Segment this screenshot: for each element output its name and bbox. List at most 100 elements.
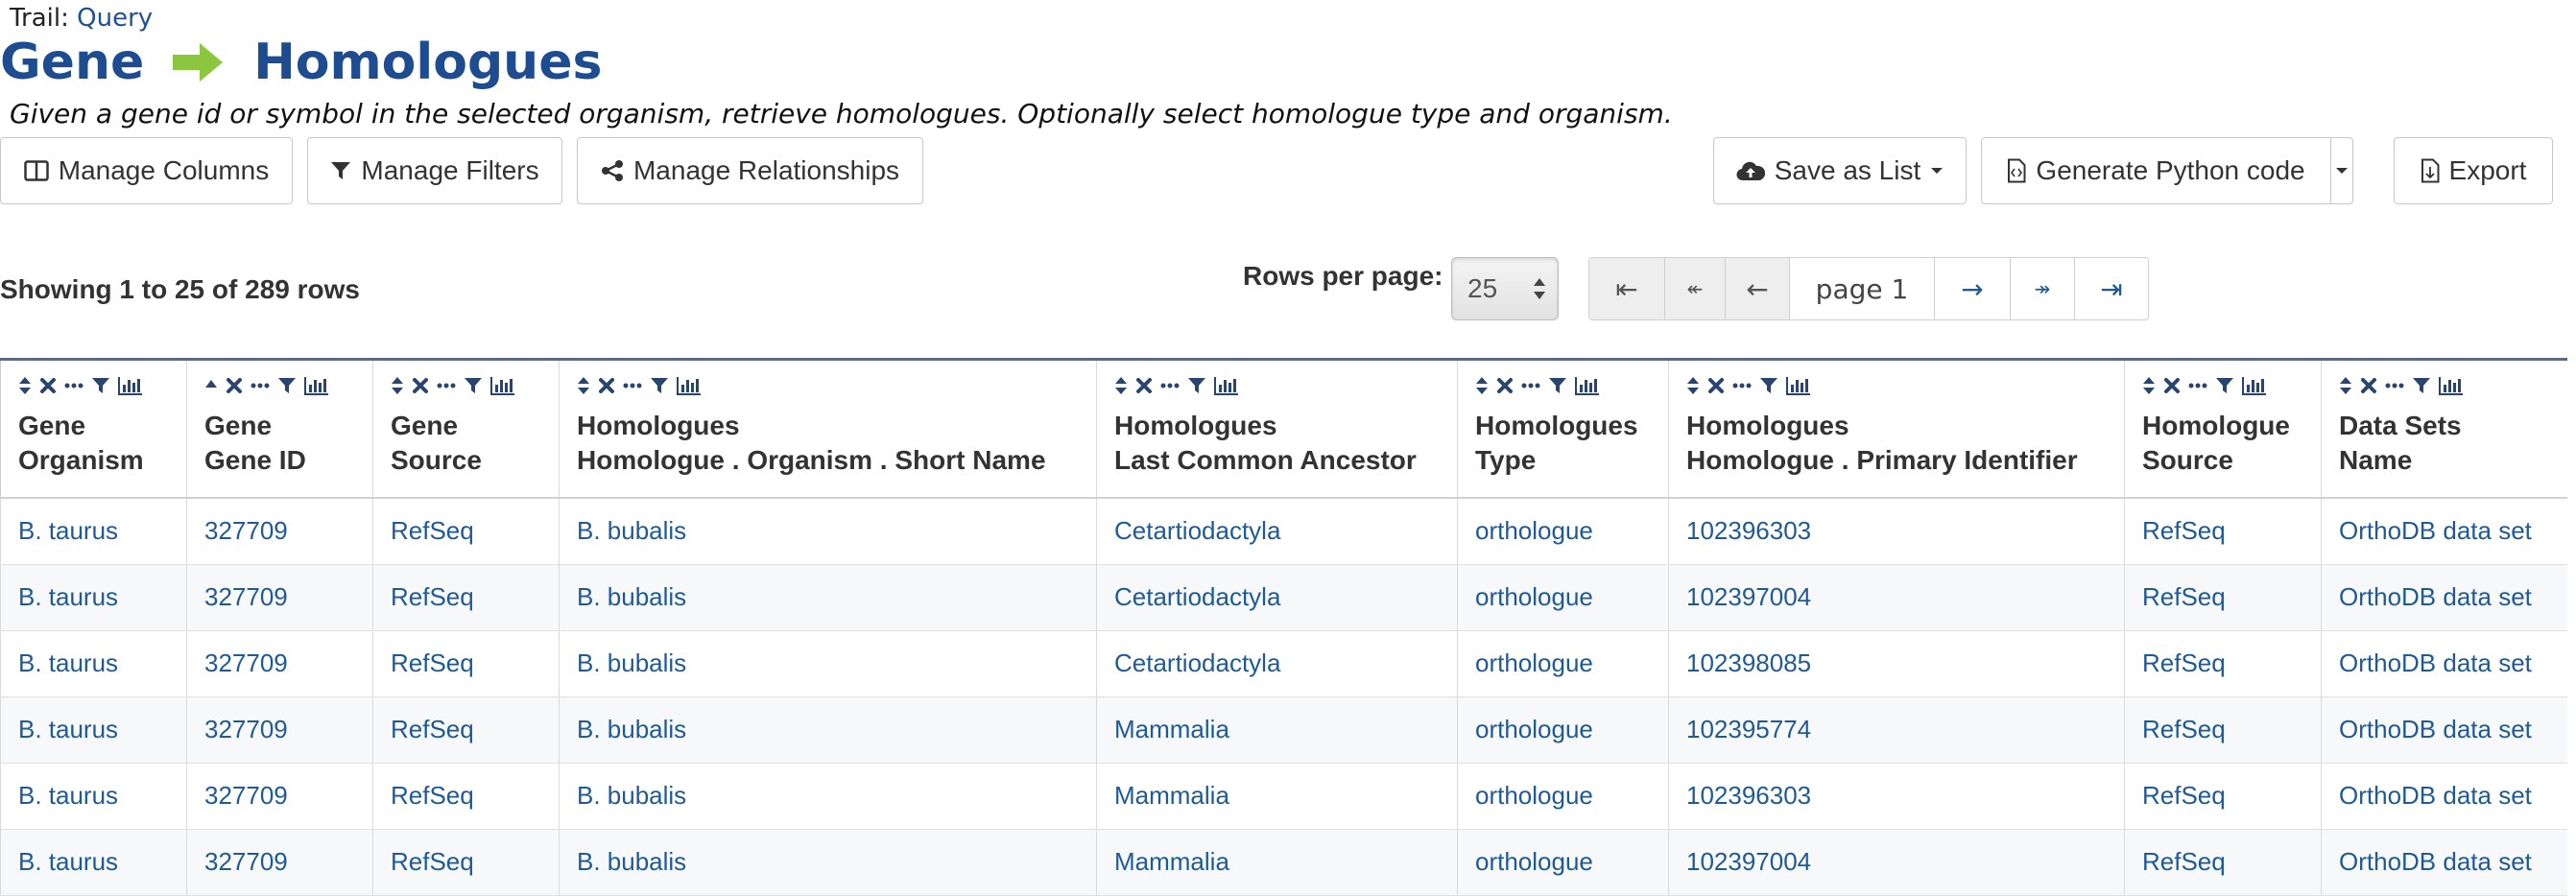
- bar-chart-icon[interactable]: [1214, 376, 1239, 395]
- summary-icon[interactable]: [2385, 382, 2404, 389]
- table-cell-link[interactable]: RefSeq: [2142, 781, 2226, 810]
- bar-chart-icon[interactable]: [118, 376, 143, 395]
- manage-columns-button[interactable]: Manage Columns: [0, 137, 293, 204]
- table-cell-link[interactable]: 327709: [204, 847, 288, 876]
- first-page-button[interactable]: ⇤: [1589, 258, 1665, 319]
- bar-chart-icon[interactable]: [2439, 376, 2464, 395]
- sort-icon[interactable]: [577, 376, 590, 395]
- sort-ascending-icon[interactable]: [204, 376, 218, 395]
- bar-chart-icon[interactable]: [677, 376, 702, 395]
- summary-icon[interactable]: [2188, 382, 2207, 389]
- table-cell-link[interactable]: OrthoDB data set: [2339, 648, 2532, 677]
- breadcrumb-query-link[interactable]: Query: [77, 4, 153, 33]
- table-cell-link[interactable]: B. bubalis: [577, 715, 686, 743]
- table-cell-link[interactable]: orthologue: [1475, 781, 1593, 810]
- table-cell-link[interactable]: 327709: [204, 582, 288, 611]
- manage-filters-button[interactable]: Manage Filters: [307, 137, 562, 204]
- bar-chart-icon[interactable]: [2242, 376, 2267, 395]
- remove-column-icon[interactable]: [2163, 377, 2181, 394]
- next-page-button[interactable]: →: [1935, 258, 2011, 319]
- table-cell-link[interactable]: RefSeq: [391, 582, 474, 611]
- table-cell-link[interactable]: 327709: [204, 648, 288, 677]
- bar-chart-icon[interactable]: [1575, 376, 1600, 395]
- table-cell-link[interactable]: 102396303: [1686, 516, 1811, 545]
- export-button[interactable]: Export: [2394, 137, 2553, 204]
- table-cell-link[interactable]: Mammalia: [1114, 781, 1229, 810]
- table-cell-link[interactable]: RefSeq: [391, 715, 474, 743]
- current-page-indicator[interactable]: page 1: [1790, 258, 1935, 319]
- table-cell-link[interactable]: 102397004: [1686, 582, 1811, 611]
- bar-chart-icon[interactable]: [490, 376, 515, 395]
- remove-column-icon[interactable]: [226, 377, 243, 394]
- table-cell-link[interactable]: B. bubalis: [577, 582, 686, 611]
- table-cell-link[interactable]: 102395774: [1686, 715, 1811, 743]
- summary-icon[interactable]: [64, 382, 83, 389]
- column-header[interactable]: Gene Gene ID: [186, 358, 373, 499]
- table-cell-link[interactable]: RefSeq: [2142, 582, 2226, 611]
- filter-icon[interactable]: [1759, 376, 1778, 395]
- filter-icon[interactable]: [277, 376, 297, 395]
- table-cell-link[interactable]: orthologue: [1475, 648, 1593, 677]
- table-cell-link[interactable]: orthologue: [1475, 516, 1593, 545]
- remove-column-icon[interactable]: [1707, 377, 1725, 394]
- summary-icon[interactable]: [437, 382, 456, 389]
- table-cell-link[interactable]: Mammalia: [1114, 847, 1229, 876]
- table-cell-link[interactable]: 327709: [204, 715, 288, 743]
- summary-icon[interactable]: [250, 382, 270, 389]
- sort-icon[interactable]: [1475, 376, 1489, 395]
- filter-icon[interactable]: [650, 376, 669, 395]
- table-cell-link[interactable]: RefSeq: [391, 648, 474, 677]
- last-page-button[interactable]: ⇥: [2075, 258, 2148, 319]
- table-cell-link[interactable]: B. taurus: [18, 781, 118, 810]
- table-cell-link[interactable]: 102398085: [1686, 648, 1811, 677]
- previous-pages-button[interactable]: ↞: [1665, 258, 1726, 319]
- sort-icon[interactable]: [2339, 376, 2352, 395]
- table-cell-link[interactable]: RefSeq: [2142, 847, 2226, 876]
- table-cell-link[interactable]: B. taurus: [18, 648, 118, 677]
- manage-relationships-button[interactable]: Manage Relationships: [577, 137, 923, 204]
- summary-icon[interactable]: [1732, 382, 1752, 389]
- summary-icon[interactable]: [1521, 382, 1540, 389]
- table-cell-link[interactable]: Cetartiodactyla: [1114, 648, 1280, 677]
- table-cell-link[interactable]: orthologue: [1475, 582, 1593, 611]
- sort-icon[interactable]: [1114, 376, 1128, 395]
- table-cell-link[interactable]: 327709: [204, 781, 288, 810]
- table-cell-link[interactable]: B. taurus: [18, 715, 118, 743]
- table-cell-link[interactable]: RefSeq: [391, 781, 474, 810]
- table-cell-link[interactable]: 102397004: [1686, 847, 1811, 876]
- table-cell-link[interactable]: Mammalia: [1114, 715, 1229, 743]
- table-cell-link[interactable]: B. taurus: [18, 516, 118, 545]
- table-cell-link[interactable]: RefSeq: [2142, 715, 2226, 743]
- remove-column-icon[interactable]: [1135, 377, 1153, 394]
- table-cell-link[interactable]: OrthoDB data set: [2339, 582, 2532, 611]
- sort-icon[interactable]: [18, 376, 32, 395]
- filter-icon[interactable]: [1548, 376, 1567, 395]
- remove-column-icon[interactable]: [412, 377, 429, 394]
- filter-icon[interactable]: [2215, 376, 2234, 395]
- column-header[interactable]: Data Sets Name: [2321, 358, 2567, 499]
- table-cell-link[interactable]: B. taurus: [18, 847, 118, 876]
- rows-per-page-select[interactable]: 25: [1451, 257, 1559, 320]
- table-cell-link[interactable]: Cetartiodactyla: [1114, 516, 1280, 545]
- column-header[interactable]: Homologues Homologue . Organism . Short N…: [559, 358, 1097, 499]
- table-cell-link[interactable]: RefSeq: [391, 847, 474, 876]
- next-pages-button[interactable]: ↠: [2011, 258, 2075, 319]
- remove-column-icon[interactable]: [1496, 377, 1514, 394]
- table-cell-link[interactable]: RefSeq: [2142, 648, 2226, 677]
- filter-icon[interactable]: [1187, 376, 1206, 395]
- table-cell-link[interactable]: orthologue: [1475, 715, 1593, 743]
- filter-icon[interactable]: [464, 376, 483, 395]
- table-cell-link[interactable]: B. bubalis: [577, 516, 686, 545]
- sort-icon[interactable]: [1686, 376, 1700, 395]
- previous-page-button[interactable]: ←: [1726, 258, 1790, 319]
- table-cell-link[interactable]: orthologue: [1475, 847, 1593, 876]
- table-cell-link[interactable]: OrthoDB data set: [2339, 781, 2532, 810]
- table-cell-link[interactable]: RefSeq: [391, 516, 474, 545]
- generate-python-dropdown[interactable]: [2331, 138, 2352, 203]
- bar-chart-icon[interactable]: [1786, 376, 1811, 395]
- remove-column-icon[interactable]: [598, 377, 615, 394]
- table-cell-link[interactable]: OrthoDB data set: [2339, 715, 2532, 743]
- column-header[interactable]: Homologues Last Common Ancestor: [1096, 358, 1458, 499]
- table-cell-link[interactable]: RefSeq: [2142, 516, 2226, 545]
- table-cell-link[interactable]: B. bubalis: [577, 648, 686, 677]
